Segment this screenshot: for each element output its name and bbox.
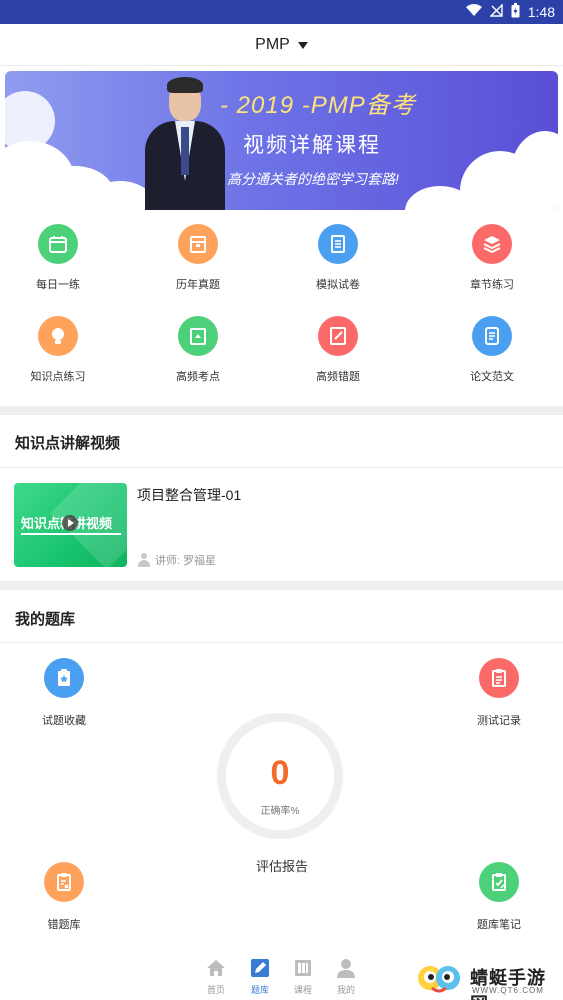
book-icon [295, 960, 311, 976]
grid-item-label: 历年真题 [176, 279, 220, 291]
notes-label: 题库笔记 [477, 919, 521, 931]
no-signal-icon [489, 3, 503, 20]
favorites-button[interactable]: 试题收藏 [19, 658, 109, 728]
tab-courses[interactable]: 课程 [283, 955, 323, 996]
test-records-button[interactable]: 测试记录 [454, 658, 544, 728]
paper-icon [318, 224, 358, 264]
grid-item-label: 论文范文 [470, 371, 514, 383]
accuracy-label: 正确率% [260, 806, 300, 817]
grid-item-label: 高频错题 [316, 371, 360, 383]
videos-section-title: 知识点讲解视频 [15, 435, 121, 452]
bank-section-title: 我的题库 [15, 611, 76, 628]
archive-icon [178, 224, 218, 264]
accuracy-ring: 0 正确率% [217, 713, 343, 839]
subject-selector[interactable]: PMP [255, 36, 308, 54]
grid-item-label: 知识点练习 [30, 371, 86, 383]
tab-profile[interactable]: 我的 [326, 955, 366, 996]
accuracy-value: 0 [270, 754, 290, 792]
clipboard-error-icon [44, 862, 84, 902]
watermark: 蜻蜓手游网 WWW.QT6.COM [414, 960, 562, 1000]
records-label: 测试记录 [477, 715, 521, 727]
tab-label: 首页 [206, 985, 225, 995]
dropdown-caret-icon [297, 42, 308, 49]
home-icon [207, 960, 225, 976]
banner-subtitle: 视频详解课程 [243, 134, 381, 157]
layers-icon [472, 224, 512, 264]
cloud-decoration [510, 131, 558, 210]
grid-item-essays[interactable]: 论文范文 [422, 306, 562, 396]
divider [0, 467, 563, 468]
lightbulb-icon [38, 316, 78, 356]
bottom-tab-bar: 首页 题库 课程 我的 [196, 955, 366, 999]
wrong-label: 错题库 [47, 919, 81, 931]
status-time: 1:48 [527, 4, 555, 20]
video-title: 项目整合管理-01 [137, 487, 242, 503]
evaluation-report-link[interactable]: 评估报告 [222, 856, 342, 875]
video-teacher: 讲师: 罗福星 [137, 552, 216, 568]
question-notes-button[interactable]: 题库笔记 [454, 862, 544, 932]
status-icons: 1:48 [465, 0, 555, 24]
watermark-url: WWW.QT6.COM [472, 986, 544, 995]
grid-item-key-points[interactable]: 高频考点 [128, 306, 268, 396]
grid-item-mock-exam[interactable]: 模拟试卷 [268, 214, 408, 304]
tab-label: 我的 [336, 985, 355, 995]
edit-icon [251, 959, 269, 977]
section-divider [0, 406, 563, 415]
grid-item-knowledge-practice[interactable]: 知识点练习 [0, 306, 128, 396]
grid-item-label: 高频考点 [176, 371, 220, 383]
grid-item-daily-practice[interactable]: 每日一练 [0, 214, 128, 304]
tab-label: 题库 [250, 985, 269, 995]
divider [0, 642, 563, 643]
tab-question-bank[interactable]: 题库 [240, 955, 280, 996]
feature-grid: 每日一练 历年真题 模拟试卷 章节练习 知识点练习 高频考点 高频错题 论文范文 [0, 214, 563, 404]
favorites-label: 试题收藏 [42, 715, 86, 727]
profile-icon [337, 959, 355, 978]
header: PMP [0, 24, 563, 66]
clipboard-check-icon [479, 862, 519, 902]
grid-item-chapter-practice[interactable]: 章节练习 [422, 214, 562, 304]
tab-home[interactable]: 首页 [196, 955, 236, 996]
wrong-questions-button[interactable]: 错题库 [19, 862, 109, 932]
grid-item-label: 模拟试卷 [316, 279, 360, 291]
grid-item-past-exams[interactable]: 历年真题 [128, 214, 268, 304]
dragonfly-logo-icon [418, 966, 460, 993]
grid-item-label: 章节练习 [470, 279, 514, 291]
book-icon [178, 316, 218, 356]
user-icon [137, 553, 151, 567]
teacher-name: 讲师: 罗福星 [155, 555, 217, 567]
header-title: PMP [255, 35, 290, 53]
clipboard-list-icon [479, 658, 519, 698]
battery-icon [511, 3, 520, 21]
banner-title: - 2019 -PMP备考 [220, 92, 416, 119]
grid-item-frequent-errors[interactable]: 高频错题 [268, 306, 408, 396]
cloud-decoration [5, 91, 55, 151]
lecturer-photo [145, 77, 225, 210]
promo-banner[interactable]: - 2019 -PMP备考 视频详解课程 高分通关者的绝密学习套路! [5, 71, 558, 210]
banner-description: 高分通关者的绝密学习套路! [227, 171, 399, 187]
play-icon [62, 515, 78, 531]
grid-item-label: 每日一练 [36, 279, 80, 291]
wifi-icon [465, 4, 482, 20]
section-divider [0, 581, 563, 590]
tab-label: 课程 [293, 985, 312, 995]
clipboard-star-icon [44, 658, 84, 698]
calendar-icon [38, 224, 78, 264]
status-bar: 1:48 [0, 0, 563, 24]
document-icon [472, 316, 512, 356]
notebook-icon [318, 316, 358, 356]
video-thumbnail[interactable]: 知识点精讲视频 [14, 483, 127, 567]
